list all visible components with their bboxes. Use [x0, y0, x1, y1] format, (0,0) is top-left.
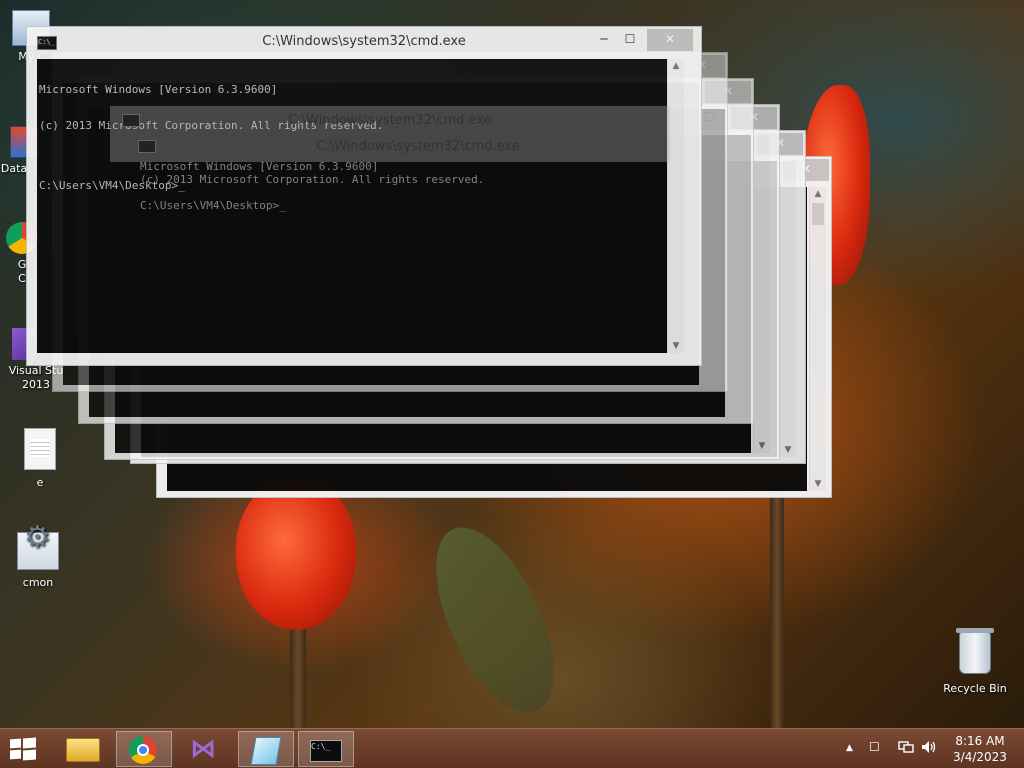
maximize-button[interactable]: ☐ [617, 29, 643, 51]
desktop-icon-recycle-bin[interactable]: Recycle Bin [937, 628, 1013, 696]
cmd-icon [138, 140, 156, 153]
minimize-button[interactable]: ─ [591, 29, 617, 51]
taskbar-file-explorer[interactable] [56, 731, 112, 767]
scroll-up-arrow[interactable]: ▲ [668, 59, 684, 73]
scrollbar[interactable]: ▼ [779, 161, 796, 457]
scrollbar[interactable]: ▲ ▼ [809, 187, 826, 491]
desktop-icon-cmon[interactable]: cmon [0, 531, 76, 590]
console-line: Microsoft Windows [Version 6.3.9600] [140, 160, 379, 173]
text-file-icon [24, 428, 56, 470]
recycle-bin-icon [956, 628, 994, 674]
taskbar: ⋈ C:\_ ▲ ☐ 8:16 AM 3/4/2023 [0, 728, 1024, 768]
chrome-icon [129, 736, 157, 764]
desktop-icon-label: cmon [22, 576, 54, 589]
show-hidden-icons-button[interactable]: ▲ [846, 743, 853, 753]
window-titlebar[interactable]: C:\_ C:\Windows\system32\cmd.exe ─ ☐ ✕ [27, 27, 701, 57]
taskbar-visual-studio[interactable]: ⋈ [176, 731, 232, 767]
desktop-background[interactable]: My C Data G C Visual Stu 2013 e cmon Rec… [0, 0, 1024, 728]
ghost-console-text: Microsoft Windows [Version 6.3.9600] (c) … [140, 160, 660, 212]
scrollbar[interactable]: ▼ [753, 135, 770, 453]
console-line: Microsoft Windows [Version 6.3.9600] [39, 83, 278, 96]
desktop-icon-label: Recycle Bin [943, 682, 1007, 695]
start-button[interactable] [10, 737, 36, 761]
close-button[interactable]: ✕ [647, 29, 693, 51]
ghost-window-title: C:\Windows\system32\cmd.exe [288, 113, 492, 128]
console-line: (c) 2013 Microsoft Corporation. All righ… [140, 173, 485, 186]
desktop-icon-label: Data [0, 162, 28, 175]
scrollbar[interactable]: ▲ ▼ [667, 59, 684, 353]
notepad-icon [250, 737, 282, 765]
folder-icon [66, 738, 100, 762]
cmd-icon: C:\_ [310, 740, 342, 762]
scroll-up-arrow[interactable]: ▲ [810, 187, 826, 201]
scroll-down-arrow[interactable]: ▼ [754, 439, 770, 453]
leaf [411, 510, 579, 728]
desktop-icon-label: e [36, 476, 44, 489]
taskbar-clock[interactable]: 8:16 AM 3/4/2023 [940, 733, 1020, 765]
network-icon[interactable] [898, 740, 914, 757]
flower-bloom-left [236, 480, 356, 630]
action-center-flag-icon[interactable]: ☐ [869, 740, 880, 754]
scroll-down-arrow[interactable]: ▼ [780, 443, 796, 457]
taskbar-notepad[interactable] [238, 731, 294, 767]
console-line: C:\Users\VM4\Desktop>_ [140, 199, 286, 212]
scrollbar-thumb[interactable] [812, 203, 824, 225]
clock-time: 8:16 AM [955, 734, 1005, 748]
visual-studio-icon: ⋈ [190, 734, 216, 764]
clock-date: 3/4/2023 [953, 750, 1007, 764]
settings-file-icon [17, 531, 59, 570]
ghost-window-title: C:\Windows\system32\cmd.exe [316, 139, 520, 154]
scroll-down-arrow[interactable]: ▼ [668, 339, 684, 353]
taskbar-google-chrome[interactable] [116, 731, 172, 767]
ghost-titlebar: C:\Windows\system32\cmd.exe C:\Windows\s… [110, 106, 670, 162]
volume-icon[interactable] [921, 740, 937, 757]
taskbar-command-prompt[interactable]: C:\_ [298, 731, 354, 767]
scroll-down-arrow[interactable]: ▼ [810, 477, 826, 491]
flower-stem [770, 480, 784, 728]
desktop-icon-e[interactable]: e [2, 428, 78, 490]
